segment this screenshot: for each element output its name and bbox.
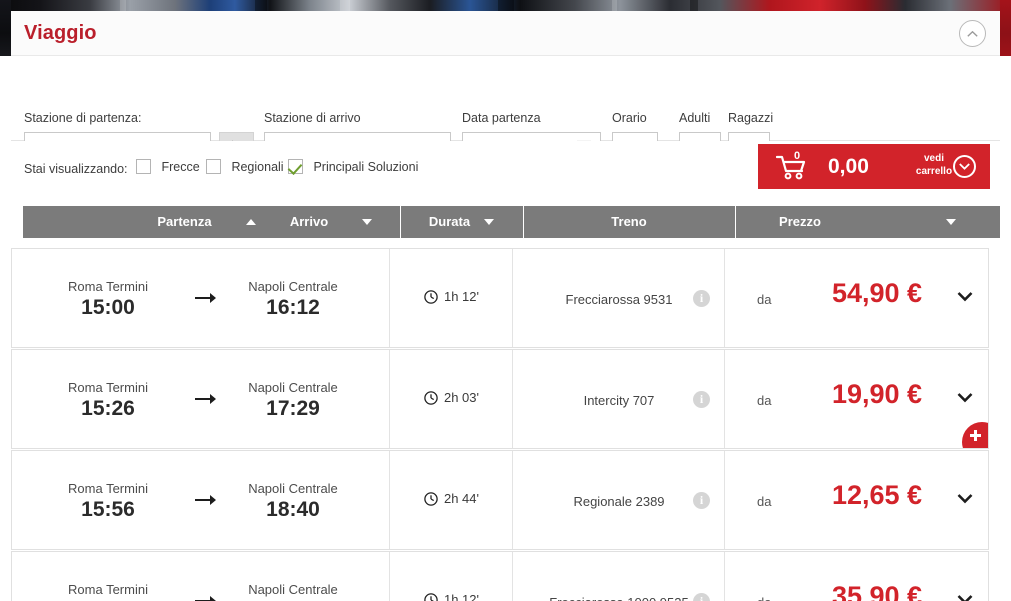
row-price: 19,90 €: [831, 379, 923, 409]
cart-widget[interactable]: 0 0,00 vedi carrello: [758, 144, 990, 189]
row-arrival-time: 18:40: [266, 498, 320, 521]
row-price: 54,90 €: [831, 278, 923, 308]
info-icon[interactable]: i: [693, 492, 710, 509]
filters-label: Stai visualizzando:: [24, 162, 128, 176]
row-price: 12,65 €: [831, 480, 923, 510]
children-label: Ragazzi: [728, 111, 774, 125]
row-duration: 2h 03': [390, 390, 513, 406]
column-label-partenza: Partenza: [157, 214, 212, 229]
clock-icon: [424, 289, 438, 304]
row-duration-text: 2h 44': [443, 491, 479, 506]
chevron-down-icon[interactable]: [957, 493, 973, 504]
search-form: Stazione di partenza: Stazione di arrivo…: [11, 56, 1000, 175]
page-gutter-left: [0, 0, 11, 56]
column-header-treno[interactable]: Treno: [523, 206, 735, 238]
filters-bar: Stai visualizzando: Frecce Regionali Pri…: [11, 141, 1000, 197]
row-departure-station: Roma Termini: [68, 582, 148, 597]
cart-item-count: 0: [794, 150, 801, 162]
sort-desc-icon: [945, 218, 956, 225]
row-price: 35,90 €: [831, 581, 923, 601]
chevron-down-icon[interactable]: [957, 594, 973, 601]
sort-desc-icon: [362, 218, 373, 225]
chevron-down-icon[interactable]: [957, 392, 973, 403]
row-price-prefix: da: [757, 393, 772, 408]
row-arrival-time: 17:29: [266, 397, 320, 420]
table-row[interactable]: Roma Termini 15:56 Napoli Centrale 18:40…: [11, 450, 989, 550]
table-row[interactable]: Roma Termini 15:26 Napoli Centrale 17:29…: [11, 349, 989, 449]
info-icon[interactable]: i: [693, 391, 710, 408]
clock-icon: [424, 592, 438, 601]
row-departure-station: Roma Termini: [68, 279, 148, 294]
row-duration-text: 1h 12': [443, 289, 479, 304]
row-arrival-station: Napoli Centrale: [248, 481, 338, 496]
row-duration-text: 2h 03': [443, 390, 479, 405]
add-to-cart-badge[interactable]: [962, 422, 988, 448]
departure-date-label: Data partenza: [462, 111, 541, 125]
page-gutter-right: [1000, 0, 1011, 56]
shopping-cart-icon: [776, 155, 806, 180]
column-header-prezzo[interactable]: Prezzo: [735, 206, 1000, 238]
row-price-prefix: da: [757, 494, 772, 509]
checkbox-frecce[interactable]: [136, 159, 151, 175]
column-label-prezzo: Prezzo: [779, 214, 821, 229]
row-arrival-station: Napoli Centrale: [248, 279, 338, 294]
row-duration: 2h 44': [390, 491, 513, 507]
row-departure-time: 15:26: [81, 397, 135, 420]
row-price-prefix: da: [757, 292, 772, 307]
row-arrival-station: Napoli Centrale: [248, 582, 338, 597]
time-label: Orario: [612, 111, 647, 125]
row-duration-text: 1h 12': [443, 592, 479, 601]
arrival-station-label: Stazione di arrivo: [264, 111, 361, 125]
view-cart-line1: vedi: [923, 153, 944, 164]
column-header-arrivo[interactable]: Arrivo: [271, 206, 391, 238]
row-arrival-time: 16:12: [266, 296, 320, 319]
cart-total-amount: 0,00: [828, 155, 869, 178]
filter-frecce[interactable]: Frecce: [136, 158, 200, 176]
departure-station-label: Stazione di partenza:: [24, 111, 142, 125]
filter-regionali[interactable]: Regionali: [206, 158, 284, 176]
results-table-header: Partenza Arrivo Durata Treno Prezzo: [22, 206, 1000, 238]
chevron-down-icon: [959, 163, 970, 170]
view-cart-line2: carrello: [915, 166, 953, 177]
sort-asc-icon: [245, 218, 256, 225]
row-duration: 1h 12': [390, 592, 513, 601]
row-departure-time: 15:00: [81, 296, 135, 319]
panel-titlebar: Viaggio: [11, 11, 1000, 56]
filter-frecce-label: Frecce: [161, 159, 200, 174]
column-header-durata[interactable]: Durata: [400, 206, 523, 238]
collapse-panel-button[interactable]: [959, 20, 986, 47]
sort-desc-icon: [484, 218, 495, 225]
clock-icon: [424, 390, 438, 405]
row-departure-station: Roma Termini: [68, 380, 148, 395]
chevron-down-icon[interactable]: [957, 291, 973, 302]
filter-regionali-label: Regionali: [231, 159, 284, 174]
row-price-prefix: da: [757, 595, 771, 601]
expand-cart-button[interactable]: [953, 155, 976, 178]
filter-principali-soluzioni-label: Principali Soluzioni: [313, 159, 419, 174]
column-label-treno: Treno: [611, 214, 647, 229]
info-icon[interactable]: i: [693, 290, 710, 307]
results-list: Roma Termini 15:00 Napoli Centrale 16:12…: [11, 248, 989, 601]
column-label-durata: Durata: [428, 214, 471, 229]
filter-principali-soluzioni[interactable]: Principali Soluzioni: [288, 158, 418, 176]
adults-label: Adulti: [679, 111, 711, 125]
row-arrival-station: Napoli Centrale: [248, 380, 338, 395]
column-label-arrivo: Arrivo: [289, 214, 329, 229]
row-departure-time: 15:56: [81, 498, 135, 521]
view-cart-link[interactable]: vedi carrello: [913, 152, 955, 178]
results-list-viewport: Roma Termini 15:00 Napoli Centrale 16:12…: [0, 248, 1011, 601]
clock-icon: [424, 491, 438, 506]
table-row[interactable]: Roma Termini Napoli Centrale 1h 12' Frec…: [11, 551, 989, 601]
page-title: Viaggio: [24, 22, 97, 44]
row-duration: 1h 12': [390, 289, 513, 305]
chevron-up-icon: [967, 31, 978, 37]
checkbox-regionali[interactable]: [206, 159, 221, 175]
table-row[interactable]: Roma Termini 15:00 Napoli Centrale 16:12…: [11, 248, 989, 348]
row-departure-station: Roma Termini: [68, 481, 148, 496]
checkbox-principali-soluzioni[interactable]: [288, 159, 303, 175]
